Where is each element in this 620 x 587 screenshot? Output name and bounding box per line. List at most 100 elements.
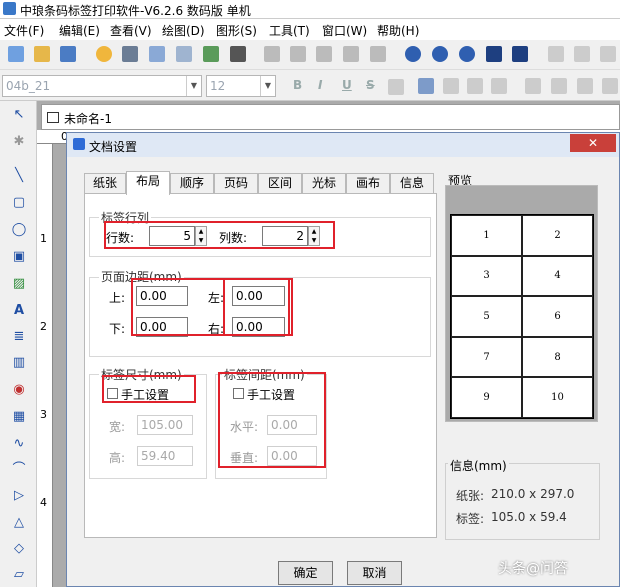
picture-tool-icon[interactable]: ▨ — [9, 274, 29, 294]
tab-paper[interactable]: 纸张 — [84, 173, 126, 194]
text-align-right-icon[interactable] — [467, 78, 483, 94]
curve-tool-icon[interactable]: ∿ — [9, 434, 29, 454]
label-width-input[interactable]: 105.00 — [137, 415, 193, 435]
rich-text-tool-icon[interactable]: ≣ — [9, 327, 29, 347]
tab-order[interactable]: 顺序 — [170, 173, 214, 194]
text-align-left-icon[interactable] — [418, 78, 434, 94]
margin-bottom-label: 下: — [109, 322, 126, 336]
zoom-actual-icon[interactable] — [512, 46, 528, 62]
preview-cell: 1 — [451, 215, 522, 256]
label-height-label: 高: — [109, 451, 126, 465]
menu-window[interactable]: 窗口(W) — [322, 22, 367, 39]
database-icon[interactable] — [176, 46, 192, 62]
triangle-tool-icon[interactable]: △ — [9, 513, 29, 533]
dialog-title: 文档设置 — [89, 140, 138, 154]
highlight-box — [104, 221, 335, 249]
zoom-page-icon[interactable] — [486, 46, 502, 62]
strikethrough-button[interactable]: S — [366, 78, 375, 92]
document-tab[interactable]: 未命名-1 — [41, 104, 620, 130]
watermark-text: 头条@问答 — [498, 561, 568, 577]
barcode-tool-icon[interactable]: ▥ — [9, 353, 29, 373]
rectangle-tool-icon[interactable]: ▢ — [9, 193, 29, 213]
new-doc-icon[interactable] — [8, 46, 24, 62]
main-toolbar — [0, 40, 620, 70]
preview-cell: 10 — [522, 377, 593, 418]
line-spacing-icon[interactable] — [551, 78, 567, 94]
grid-icon[interactable] — [230, 46, 246, 62]
paste-icon[interactable] — [316, 46, 332, 62]
format-toolbar: 04b_21 ▼ 12 ▼ B I U S — [0, 71, 620, 101]
highlight-box — [223, 278, 293, 336]
tool-palette: ↖ ✱ ╲ ▢ ◯ ▣ ▨ A ≣ ▥ ◉ ▦ ∿ ⌒ ▷ △ ◇ ▱ — [0, 101, 37, 587]
copy-icon[interactable] — [290, 46, 306, 62]
layout-tab-panel: 标签行列 行数: 5 ▲ ▼ 列数: 2 ▲ ▼ 页面边距(mm) 上: 0.00 … — [84, 193, 437, 538]
menu-shape[interactable]: 图形(S) — [216, 22, 257, 39]
label-height-input[interactable]: 59.40 — [137, 446, 193, 466]
tab-cursor[interactable]: 光标 — [302, 173, 346, 194]
italic-button[interactable]: I — [318, 78, 322, 92]
tab-range[interactable]: 区间 — [258, 173, 302, 194]
print-preview-icon[interactable] — [149, 46, 165, 62]
text-justify-icon[interactable] — [491, 78, 507, 94]
diamond-tool-icon[interactable]: ◇ — [9, 539, 29, 559]
select-arrow-icon[interactable]: ↖ — [9, 105, 29, 125]
align-tool-icon[interactable] — [600, 46, 616, 62]
line-tool-icon[interactable]: ╲ — [9, 166, 29, 186]
redo-icon[interactable] — [370, 46, 386, 62]
text-spacing-icon[interactable] — [525, 78, 541, 94]
menu-help[interactable]: 帮助(H) — [377, 22, 419, 39]
text-align-center-icon[interactable] — [443, 78, 459, 94]
tab-info[interactable]: 信息 — [390, 173, 434, 194]
open-folder-icon[interactable] — [34, 46, 50, 62]
tab-layout[interactable]: 布局 — [126, 171, 170, 195]
margin-top-label: 上: — [109, 291, 126, 305]
settings-gear-icon[interactable] — [96, 46, 112, 62]
dialog-title-bar[interactable]: 文档设置 ✕ — [67, 133, 619, 157]
text-tool-icon[interactable]: A — [9, 301, 29, 321]
tab-canvas[interactable]: 画布 — [346, 173, 390, 194]
close-button[interactable]: ✕ — [570, 134, 616, 152]
menu-tools[interactable]: 工具(T) — [269, 22, 310, 39]
zoom-in-icon[interactable] — [405, 46, 421, 62]
2d-code-tool-icon[interactable]: ▦ — [9, 407, 29, 427]
preview-cell: 5 — [451, 296, 522, 337]
ellipse-tool-icon[interactable]: ◯ — [9, 220, 29, 240]
preview-panel: 1 2 3 4 5 6 7 8 9 10 — [445, 185, 598, 422]
font-size-select[interactable]: 12 ▼ — [206, 75, 276, 97]
preview-cell: 9 — [451, 377, 522, 418]
qrcode-tool-icon[interactable]: ◉ — [9, 380, 29, 400]
font-name-select[interactable]: 04b_21 ▼ — [2, 75, 202, 97]
highlight-box — [218, 372, 326, 468]
superscript-icon[interactable] — [388, 79, 404, 95]
align-top-tool-icon[interactable] — [574, 46, 590, 62]
zoom-fit-icon[interactable] — [459, 46, 475, 62]
cancel-button[interactable]: 取消 — [347, 561, 402, 585]
vertical-text-icon[interactable] — [577, 78, 593, 94]
align-left-tool-icon[interactable] — [548, 46, 564, 62]
text-direction-icon[interactable] — [602, 78, 618, 94]
polygon-tool-icon[interactable]: ▷ — [9, 486, 29, 506]
tab-page-number[interactable]: 页码 — [214, 173, 258, 194]
menu-draw[interactable]: 绘图(D) — [162, 22, 205, 39]
label-width-label: 宽: — [109, 420, 126, 434]
undo-icon[interactable] — [343, 46, 359, 62]
parallelogram-tool-icon[interactable]: ▱ — [9, 565, 29, 585]
batch-icon[interactable] — [203, 46, 219, 62]
zoom-out-icon[interactable] — [432, 46, 448, 62]
paper-size-label: 纸张: — [456, 489, 485, 503]
preview-cell: 4 — [522, 255, 593, 297]
menu-file[interactable]: 文件(F) — [4, 22, 44, 39]
arc-tool-icon[interactable]: ⌒ — [9, 460, 29, 480]
menu-edit[interactable]: 编辑(E) — [59, 22, 100, 39]
cut-icon[interactable] — [264, 46, 280, 62]
ruler-number: 1 — [40, 232, 47, 245]
pan-tool-icon[interactable]: ✱ — [9, 132, 29, 152]
ok-button[interactable]: 确定 — [278, 561, 333, 585]
menu-view[interactable]: 查看(V) — [110, 22, 152, 39]
print-icon[interactable] — [122, 46, 138, 62]
preview-cell: 7 — [451, 336, 522, 378]
image-tool-icon[interactable]: ▣ — [9, 247, 29, 267]
save-icon[interactable] — [60, 46, 76, 62]
bold-button[interactable]: B — [293, 78, 302, 92]
underline-button[interactable]: U — [342, 78, 352, 92]
